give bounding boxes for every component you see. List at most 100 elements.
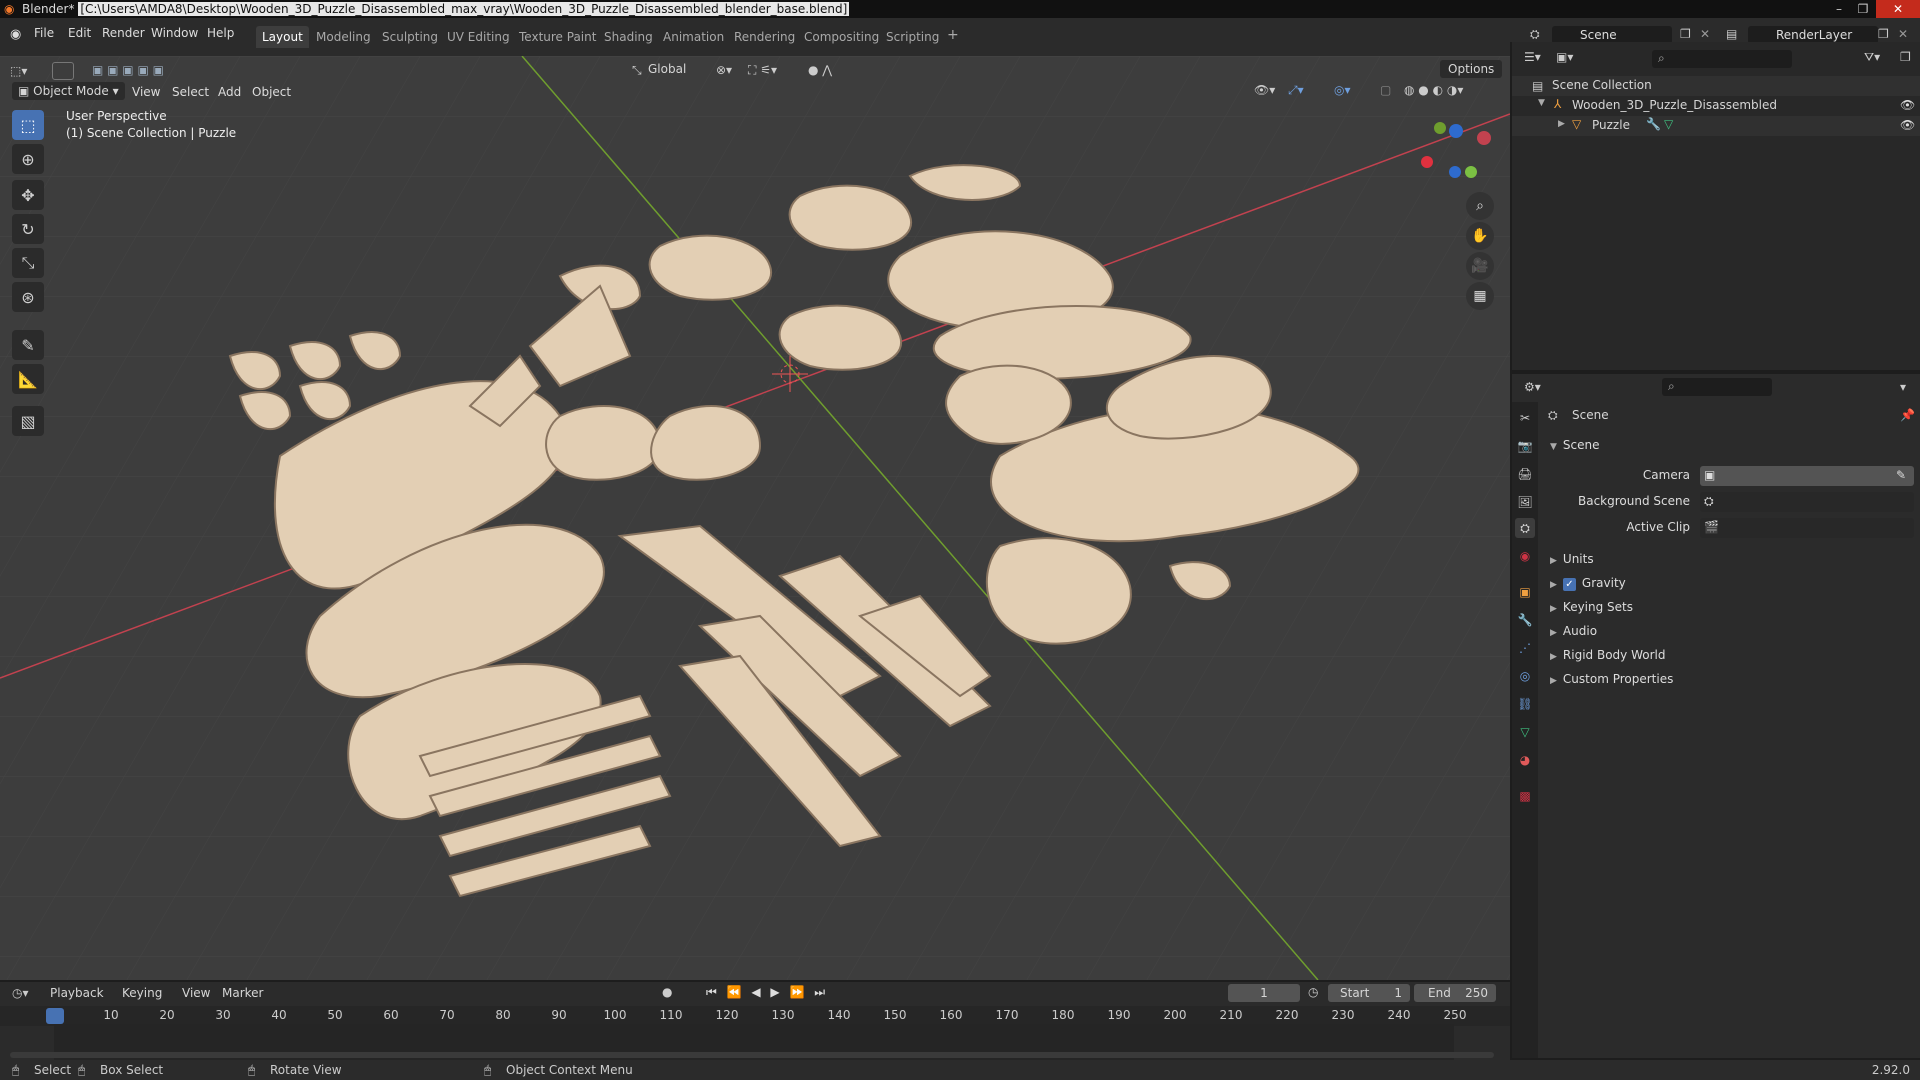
gravity-panel-header[interactable]: ▶ ✓ Gravity	[1550, 576, 1626, 591]
timeline-track-area[interactable]	[54, 1024, 1454, 1064]
scene-panel-header[interactable]: ▼ Scene	[1550, 438, 1600, 452]
add-cube-tool-icon[interactable]: ▧	[12, 406, 44, 436]
menu-edit[interactable]: Edit	[68, 26, 91, 40]
modifier-tab-icon[interactable]: 🔧	[1515, 610, 1535, 630]
viewport-menu-view[interactable]: View	[132, 85, 160, 99]
shading-modes-icon[interactable]: ◍ ● ◐ ◑▾	[1404, 83, 1463, 97]
new-scene-icon[interactable]: ❐	[1680, 27, 1691, 41]
scene-collection-label[interactable]: Scene Collection	[1552, 78, 1652, 92]
close-icon[interactable]: ✕	[1876, 0, 1920, 18]
neg-z-axis-gizmo-icon[interactable]	[1449, 166, 1461, 178]
xray-icon[interactable]: ▢	[1380, 83, 1391, 97]
select-mode-icon[interactable]	[52, 62, 74, 80]
annotate-tool-icon[interactable]: ✎	[12, 330, 44, 360]
viewport-menu-object[interactable]: Object	[252, 85, 291, 99]
visibility-eye-icon[interactable]: 👁	[1900, 118, 1915, 132]
keying-sets-panel-header[interactable]: ▶ Keying Sets	[1550, 600, 1633, 614]
transform-tool-icon[interactable]: ⊛	[12, 282, 44, 312]
eyedropper-icon[interactable]: ✎	[1896, 468, 1906, 482]
tab-layout[interactable]: Layout	[256, 26, 309, 48]
proportional-edit-icon[interactable]: ● ⋀	[808, 63, 832, 77]
outliner-editor-icon[interactable]: ☰▾	[1524, 50, 1541, 64]
selection-mode-icons[interactable]: ▣ ▣ ▣ ▣ ▣	[92, 63, 164, 77]
end-frame-field[interactable]: End 250	[1414, 984, 1496, 1002]
data-tab-icon[interactable]: ▽	[1515, 722, 1535, 742]
perspective-toggle-icon[interactable]: ▦	[1466, 282, 1494, 310]
expand-arrow-icon[interactable]: ▼	[1538, 98, 1545, 108]
start-frame-field[interactable]: Start 1	[1328, 984, 1410, 1002]
snap-icon[interactable]: ⛶ ⚟▾	[748, 63, 777, 78]
transform-orientation-icon[interactable]: ⤡	[632, 63, 642, 78]
x-axis-gizmo-icon[interactable]	[1477, 131, 1491, 145]
z-axis-gizmo-icon[interactable]	[1449, 124, 1463, 138]
pivot-point-icon[interactable]: ⊗▾	[716, 63, 732, 77]
neg-x-axis-gizmo-icon[interactable]	[1421, 156, 1433, 168]
gizmo-icon[interactable]: ⤢▾	[1288, 83, 1304, 98]
select-box-tool-icon[interactable]: ⬚	[12, 110, 44, 140]
outliner-search-input[interactable]: ⌕	[1652, 50, 1792, 68]
units-panel-header[interactable]: ▶ Units	[1550, 552, 1594, 566]
outliner-item-wooden-puzzle[interactable]: Wooden_3D_Puzzle_Disassembled	[1572, 98, 1777, 112]
filter-icon[interactable]: ⛛▾	[1864, 50, 1880, 65]
tab-scripting[interactable]: Scripting	[880, 26, 945, 48]
viewport-menu-select[interactable]: Select	[172, 85, 209, 99]
viewport-menu-add[interactable]: Add	[218, 85, 241, 99]
timeline-menu-view[interactable]: View	[182, 986, 210, 1000]
playback-controls[interactable]: ⏮ ⏪ ◀ ▶ ⏩ ⏭	[706, 985, 828, 1000]
tab-sculpting[interactable]: Sculpting	[376, 26, 444, 48]
audio-panel-header[interactable]: ▶ Audio	[1550, 624, 1597, 638]
tab-uv-editing[interactable]: UV Editing	[441, 26, 516, 48]
y-axis-gizmo-icon[interactable]	[1434, 122, 1446, 134]
timeline-menu-marker[interactable]: Marker	[222, 986, 263, 1000]
rotate-tool-icon[interactable]: ↻	[12, 214, 44, 244]
tab-modeling[interactable]: Modeling	[310, 26, 377, 48]
render-tab-icon[interactable]: 📷	[1515, 436, 1535, 456]
move-tool-icon[interactable]: ✥	[12, 180, 44, 210]
camera-view-icon[interactable]: 🎥	[1466, 252, 1494, 280]
overlay-icon[interactable]: ◎▾	[1334, 83, 1351, 97]
new-collection-icon[interactable]: ❐	[1900, 50, 1911, 64]
options-dropdown[interactable]: Options	[1440, 60, 1503, 78]
add-workspace-icon[interactable]: +	[947, 27, 959, 43]
tab-shading[interactable]: Shading	[598, 26, 659, 48]
current-frame-field[interactable]: 1	[1228, 984, 1300, 1002]
transform-orientation-dropdown[interactable]: Global	[648, 62, 686, 76]
outliner-item-puzzle[interactable]: Puzzle	[1592, 118, 1630, 132]
background-scene-field[interactable]: ⛭	[1700, 492, 1914, 512]
rigid-body-world-panel-header[interactable]: ▶ Rigid Body World	[1550, 648, 1665, 662]
material-tab-icon[interactable]: ◕	[1515, 750, 1535, 770]
camera-field[interactable]: ▣ ✎	[1700, 466, 1914, 486]
menu-help[interactable]: Help	[207, 26, 234, 40]
neg-y-axis-gizmo-icon[interactable]	[1465, 166, 1477, 178]
collapse-arrow-icon[interactable]: ▶	[1558, 119, 1565, 129]
timeline-scrollbar[interactable]	[10, 1052, 1494, 1058]
particles-tab-icon[interactable]: ⋰	[1515, 638, 1535, 658]
scale-tool-icon[interactable]: ⤡	[12, 248, 44, 278]
object-mode-dropdown[interactable]: ▣ Object Mode ▾	[12, 82, 125, 100]
physics-tab-icon[interactable]: ◎	[1515, 666, 1535, 686]
modifier-icon[interactable]: 🔧	[1646, 117, 1661, 131]
3d-viewport[interactable]: ⬚▾ ▣ ▣ ▣ ▣ ▣ ⤡ Global ⊗▾ ⛶ ⚟▾ ● ⋀ Option…	[0, 56, 1510, 980]
timeline-editor-icon[interactable]: ◷▾	[12, 986, 29, 1000]
auto-keying-icon[interactable]: ●	[662, 985, 672, 999]
tool-tab-icon[interactable]: ✂	[1515, 408, 1535, 428]
delete-renderlayer-icon[interactable]: ✕	[1898, 27, 1908, 41]
minimize-icon[interactable]: –	[1828, 0, 1850, 18]
playhead[interactable]	[46, 1008, 64, 1024]
gravity-checkbox[interactable]: ✓	[1562, 578, 1576, 591]
texture-tab-icon[interactable]: ▩	[1515, 786, 1535, 806]
constraints-tab-icon[interactable]: ⛓	[1515, 694, 1535, 714]
object-tab-icon[interactable]: ▣	[1515, 582, 1535, 602]
mesh-data-icon[interactable]: ▽	[1664, 117, 1673, 131]
pin-icon[interactable]: 📌	[1900, 408, 1915, 422]
renderlayer-icon[interactable]: ▤	[1726, 27, 1737, 41]
timeline-menu-playback[interactable]: Playback	[50, 986, 104, 1000]
new-renderlayer-icon[interactable]: ❐	[1878, 27, 1889, 41]
properties-search-input[interactable]: ⌕	[1662, 378, 1772, 396]
world-tab-icon[interactable]: ◉	[1515, 546, 1535, 566]
pan-hand-icon[interactable]: ✋	[1466, 222, 1494, 250]
measure-tool-icon[interactable]: 📐	[12, 364, 44, 394]
zoom-icon[interactable]: ⌕	[1466, 192, 1494, 220]
blender-menu-icon[interactable]: ◉	[10, 27, 21, 42]
visibility-icon[interactable]: 👁▾	[1254, 83, 1275, 97]
